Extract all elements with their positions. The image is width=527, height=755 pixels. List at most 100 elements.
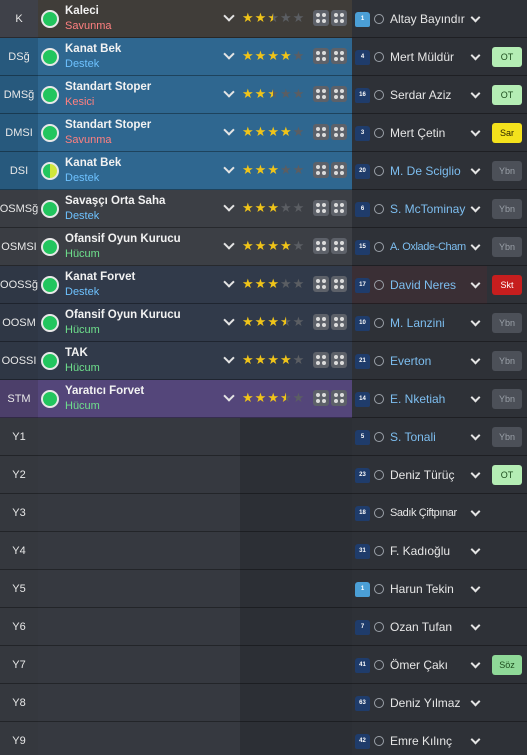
status-badge[interactable]: Ybn	[492, 351, 522, 371]
player-slot[interactable]: 17 David Neres	[352, 266, 487, 304]
status-badge[interactable]: Ybn	[492, 427, 522, 447]
chevron-down-icon[interactable]	[470, 354, 481, 364]
lineup-row[interactable]: DMSğ Standart Stoper Kesici ★ ★ ★ ★ ★ 16 Serdar A…	[0, 76, 527, 114]
status-badge[interactable]: Ybn	[492, 161, 522, 181]
player-slot[interactable]: 41 Ömer Çakı	[352, 646, 487, 684]
lineup-row[interactable]: STM Yaratıcı Forvet Hücum ★ ★ ★ ★ ★ 14 E. Nketiah…	[0, 380, 527, 418]
player-name[interactable]: E. Nketiah	[390, 392, 466, 406]
player-slot[interactable]: 14 E. Nketiah	[352, 380, 487, 418]
player-instructions-icon[interactable]	[331, 124, 347, 140]
player-slot[interactable]: 6 S. McTominay	[352, 190, 487, 228]
tactics-dots-icon[interactable]	[313, 10, 329, 26]
tactics-dots-icon[interactable]	[313, 124, 329, 140]
chevron-down-icon[interactable]	[223, 200, 235, 212]
chevron-down-icon[interactable]	[223, 352, 235, 364]
player-name[interactable]: Harun Tekin	[390, 582, 466, 596]
chevron-down-icon[interactable]	[223, 124, 235, 136]
lineup-row[interactable]: DSI Kanat Bek Destek ★ ★ ★ ★ ★ 20 M. De Sciglio Yb…	[0, 152, 527, 190]
chevron-down-icon[interactable]	[470, 582, 481, 592]
player-slot[interactable]: 7 Ozan Tufan	[352, 608, 487, 646]
substitute-row[interactable]: Y3 18 Sadık Çiftpınar	[0, 494, 527, 532]
substitute-row[interactable]: Y7 41 Ömer Çakı Söz	[0, 646, 527, 684]
player-name[interactable]: Mert Müldür	[390, 50, 466, 64]
player-name[interactable]: A. Oxlade-Chamb...	[390, 241, 466, 253]
player-name[interactable]: Altay Bayındır	[390, 12, 466, 26]
tactics-dots-icon[interactable]	[313, 200, 329, 216]
status-badge[interactable]: OT	[492, 85, 522, 105]
status-badge[interactable]: Ybn	[492, 389, 522, 409]
substitute-row[interactable]: Y5 1 Harun Tekin	[0, 570, 527, 608]
role-selector[interactable]: Ofansif Oyun Kurucu Hücum	[38, 304, 240, 342]
chevron-down-icon[interactable]	[470, 658, 481, 668]
player-slot[interactable]: 10 M. Lanzini	[352, 304, 487, 342]
role-selector[interactable]: Standart Stoper Savunma	[38, 114, 240, 152]
player-slot[interactable]: 42 Emre Kılınç	[352, 722, 487, 755]
status-badge[interactable]: Ybn	[492, 237, 522, 257]
lineup-row[interactable]: OOSM Ofansif Oyun Kurucu Hücum ★ ★ ★ ★ ★ 10 M. La…	[0, 304, 527, 342]
player-slot[interactable]: 4 Mert Müldür	[352, 38, 487, 76]
chevron-down-icon[interactable]	[223, 276, 235, 288]
chevron-down-icon[interactable]	[470, 278, 481, 288]
player-name[interactable]: Everton	[390, 354, 466, 368]
chevron-down-icon[interactable]	[470, 12, 481, 22]
player-name[interactable]: M. De Sciglio	[390, 164, 466, 178]
player-name[interactable]: Ozan Tufan	[390, 620, 466, 634]
chevron-down-icon[interactable]	[470, 620, 481, 630]
player-instructions-icon[interactable]	[331, 162, 347, 178]
player-slot[interactable]: 23 Deniz Türüç	[352, 456, 487, 494]
chevron-down-icon[interactable]	[470, 468, 481, 478]
lineup-row[interactable]: OSMSğ Savaşçı Orta Saha Destek ★ ★ ★ ★ ★ 6 S. McT…	[0, 190, 527, 228]
chevron-down-icon[interactable]	[223, 10, 235, 22]
chevron-down-icon[interactable]	[470, 734, 481, 744]
chevron-down-icon[interactable]	[223, 390, 235, 402]
substitute-row[interactable]: Y1 5 S. Tonali Ybn	[0, 418, 527, 456]
chevron-down-icon[interactable]	[470, 696, 481, 706]
substitute-row[interactable]: Y9 42 Emre Kılınç	[0, 722, 527, 755]
tactics-dots-icon[interactable]	[313, 352, 329, 368]
role-selector[interactable]: Kanat Bek Destek	[38, 152, 240, 190]
status-badge[interactable]: Sar	[492, 123, 522, 143]
status-badge[interactable]: Ybn	[492, 313, 522, 333]
lineup-row[interactable]: DMSI Standart Stoper Savunma ★ ★ ★ ★ ★ 3 Mert Çet…	[0, 114, 527, 152]
chevron-down-icon[interactable]	[470, 430, 481, 440]
player-name[interactable]: Emre Kılınç	[390, 734, 466, 748]
chevron-down-icon[interactable]	[470, 88, 481, 98]
lineup-row[interactable]: K Kaleci Savunma ★ ★ ★ ★ ★ 1 Altay Bayındır	[0, 0, 527, 38]
player-name[interactable]: Sadık Çiftpınar	[390, 507, 466, 519]
player-instructions-icon[interactable]	[331, 238, 347, 254]
chevron-down-icon[interactable]	[470, 126, 481, 136]
tactics-dots-icon[interactable]	[313, 314, 329, 330]
status-badge[interactable]: Ybn	[492, 199, 522, 219]
lineup-row[interactable]: OOSSğ Kanat Forvet Destek ★ ★ ★ ★ ★ 17 David Nere…	[0, 266, 527, 304]
substitute-row[interactable]: Y4 31 F. Kadıoğlu	[0, 532, 527, 570]
role-selector[interactable]: Kanat Bek Destek	[38, 38, 240, 76]
chevron-down-icon[interactable]	[470, 316, 481, 326]
chevron-down-icon[interactable]	[223, 86, 235, 98]
chevron-down-icon[interactable]	[470, 202, 481, 212]
chevron-down-icon[interactable]	[223, 162, 235, 174]
role-selector[interactable]: Kanat Forvet Destek	[38, 266, 240, 304]
player-slot[interactable]: 16 Serdar Aziz	[352, 76, 487, 114]
role-selector[interactable]: Ofansif Oyun Kurucu Hücum	[38, 228, 240, 266]
player-slot[interactable]: 31 F. Kadıoğlu	[352, 532, 487, 570]
player-instructions-icon[interactable]	[331, 48, 347, 64]
player-slot[interactable]: 20 M. De Sciglio	[352, 152, 487, 190]
player-instructions-icon[interactable]	[331, 276, 347, 292]
chevron-down-icon[interactable]	[223, 314, 235, 326]
chevron-down-icon[interactable]	[470, 240, 481, 250]
chevron-down-icon[interactable]	[223, 48, 235, 60]
tactics-dots-icon[interactable]	[313, 48, 329, 64]
player-instructions-icon[interactable]	[331, 314, 347, 330]
substitute-row[interactable]: Y6 7 Ozan Tufan	[0, 608, 527, 646]
player-slot[interactable]: 3 Mert Çetin	[352, 114, 487, 152]
player-slot[interactable]: 5 S. Tonali	[352, 418, 487, 456]
status-badge[interactable]: Söz	[492, 655, 522, 675]
substitute-row[interactable]: Y2 23 Deniz Türüç OT	[0, 456, 527, 494]
player-name[interactable]: F. Kadıoğlu	[390, 544, 466, 558]
tactics-dots-icon[interactable]	[313, 162, 329, 178]
tactics-dots-icon[interactable]	[313, 238, 329, 254]
player-slot[interactable]: 15 A. Oxlade-Chamb...	[352, 228, 487, 266]
player-slot[interactable]: 1 Altay Bayındır	[352, 0, 487, 38]
player-instructions-icon[interactable]	[331, 10, 347, 26]
player-instructions-icon[interactable]	[331, 352, 347, 368]
